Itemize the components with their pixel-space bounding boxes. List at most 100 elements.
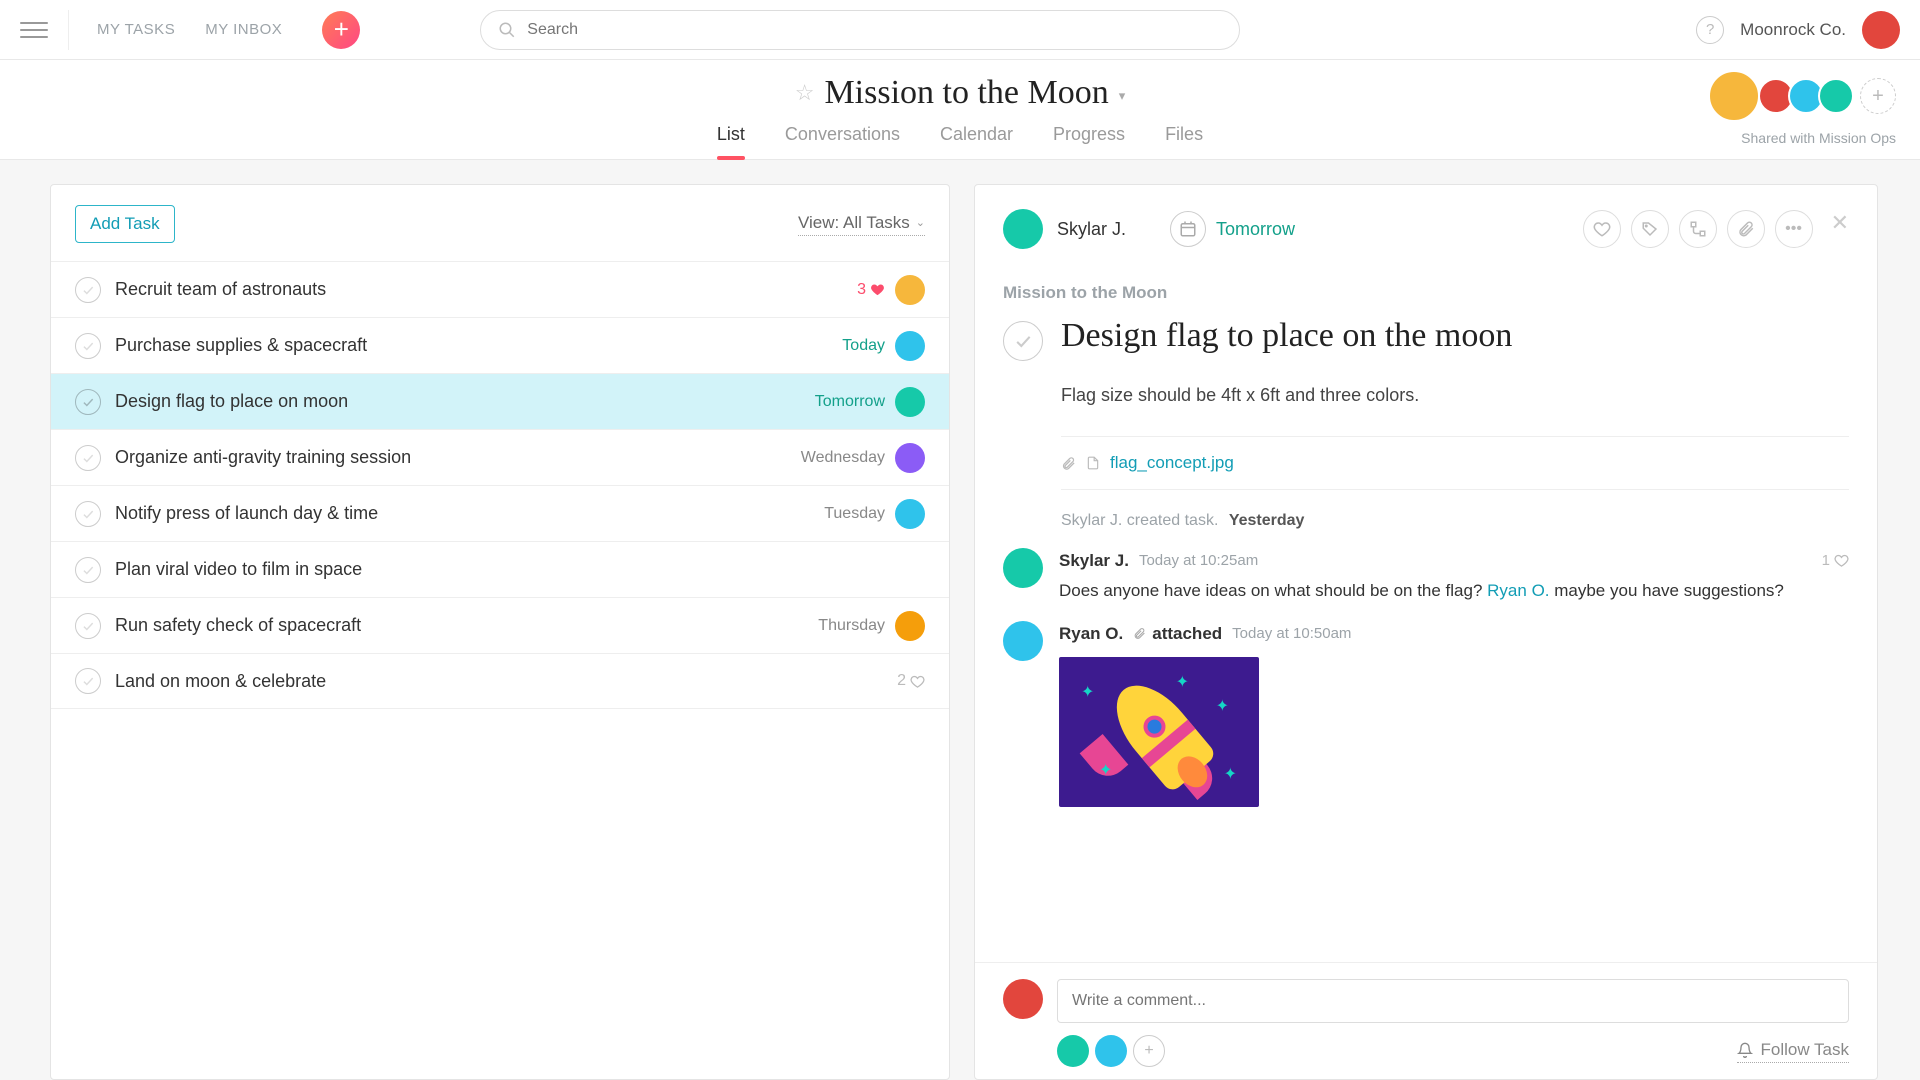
task-row[interactable]: Land on moon & celebrate2 xyxy=(51,653,949,709)
member-avatar[interactable] xyxy=(1818,78,1854,114)
assignee-avatar[interactable] xyxy=(1003,209,1043,249)
task-checkbox[interactable] xyxy=(75,389,101,415)
divider xyxy=(68,10,69,50)
chevron-down-icon: ⌄ xyxy=(916,216,925,229)
complete-task-checkbox[interactable] xyxy=(1003,321,1043,361)
comment: Skylar J. Today at 10:25am 1 Does anyone h… xyxy=(1003,548,1849,603)
assignee-avatar[interactable] xyxy=(895,275,925,305)
task-checkbox[interactable] xyxy=(75,333,101,359)
add-button[interactable]: + xyxy=(322,11,360,49)
task-detail-panel: Skylar J. Tomorrow ••• ✕ Mission to the … xyxy=(974,184,1878,1080)
task-row[interactable]: Recruit team of astronauts3 xyxy=(51,261,949,317)
current-user-avatar xyxy=(1003,979,1043,1019)
add-member-button[interactable]: + xyxy=(1860,78,1896,114)
task-row[interactable]: Purchase supplies & spacecraftToday xyxy=(51,317,949,373)
star-icon[interactable]: ☆ xyxy=(795,80,815,106)
help-icon[interactable]: ? xyxy=(1696,16,1724,44)
assignee-avatar[interactable] xyxy=(895,387,925,417)
like-button[interactable] xyxy=(1583,210,1621,248)
breadcrumb[interactable]: Mission to the Moon xyxy=(1003,283,1849,303)
task-description[interactable]: Flag size should be 4ft x 6ft and three … xyxy=(1061,385,1849,406)
task-row[interactable]: Run safety check of spacecraftThursday xyxy=(51,597,949,653)
tab-files[interactable]: Files xyxy=(1165,124,1203,159)
mention[interactable]: Ryan O. xyxy=(1487,581,1549,600)
comment-author: Skylar J. xyxy=(1059,548,1129,574)
assignee-avatar[interactable] xyxy=(895,499,925,529)
comment-text: Does anyone have ideas on what should be… xyxy=(1059,578,1849,604)
task-title: Design flag to place on moon xyxy=(115,391,815,412)
task-title: Notify press of launch day & time xyxy=(115,503,824,524)
comment-author: Ryan O. xyxy=(1059,621,1123,647)
follow-task-button[interactable]: Follow Task xyxy=(1737,1040,1850,1063)
search-icon xyxy=(498,21,516,39)
due-date-button[interactable]: Tomorrow xyxy=(1166,207,1299,251)
attached-badge: attached xyxy=(1133,621,1222,647)
comment-likes[interactable]: 1 xyxy=(1822,550,1849,573)
org-name[interactable]: Moonrock Co. xyxy=(1740,20,1846,40)
follower-avatar[interactable] xyxy=(1057,1035,1089,1067)
tab-list[interactable]: List xyxy=(717,124,745,159)
tab-calendar[interactable]: Calendar xyxy=(940,124,1013,159)
task-row[interactable]: Organize anti-gravity training sessionWe… xyxy=(51,429,949,485)
task-likes: 3 xyxy=(857,281,885,299)
project-title: Mission to the Moon xyxy=(824,74,1108,112)
task-title[interactable]: Design flag to place on the moon xyxy=(1061,317,1512,355)
task-checkbox[interactable] xyxy=(75,613,101,639)
task-row[interactable]: Plan viral video to film in space xyxy=(51,541,949,597)
chevron-down-icon[interactable]: ▾ xyxy=(1119,88,1126,104)
task-row[interactable]: Notify press of launch day & timeTuesday xyxy=(51,485,949,541)
assignee-avatar[interactable] xyxy=(895,443,925,473)
more-button[interactable]: ••• xyxy=(1775,210,1813,248)
add-follower-button[interactable]: + xyxy=(1133,1035,1165,1067)
nav-my-tasks[interactable]: MY TASKS xyxy=(97,21,175,38)
assignee-name[interactable]: Skylar J. xyxy=(1057,219,1126,240)
profile-avatar[interactable] xyxy=(1862,11,1900,49)
tab-conversations[interactable]: Conversations xyxy=(785,124,900,159)
close-icon[interactable]: ✕ xyxy=(1831,210,1849,248)
due-date-label: Tomorrow xyxy=(1216,219,1295,240)
subtask-button[interactable] xyxy=(1679,210,1717,248)
member-avatar[interactable] xyxy=(1708,70,1760,122)
follower-avatar[interactable] xyxy=(1095,1035,1127,1067)
hamburger-menu-icon[interactable] xyxy=(20,16,48,44)
comment: Ryan O. attached Today at 10:50am ✦✦✦✦✦ xyxy=(1003,621,1849,807)
comment-avatar[interactable] xyxy=(1003,548,1043,588)
file-icon xyxy=(1086,455,1100,471)
comment-input[interactable] xyxy=(1057,979,1849,1023)
task-title: Recruit team of astronauts xyxy=(115,279,857,300)
task-likes: 2 xyxy=(897,672,925,690)
task-checkbox[interactable] xyxy=(75,668,101,694)
activity-entry: Skylar J. created task. Yesterday xyxy=(1061,512,1849,530)
comment-time: Today at 10:25am xyxy=(1139,550,1258,573)
task-due: Today xyxy=(842,337,885,355)
task-title: Run safety check of spacecraft xyxy=(115,615,818,636)
add-task-button[interactable]: Add Task xyxy=(75,205,175,243)
task-due: Thursday xyxy=(818,617,885,635)
task-checkbox[interactable] xyxy=(75,501,101,527)
task-checkbox[interactable] xyxy=(75,277,101,303)
comment-time: Today at 10:50am xyxy=(1232,623,1351,646)
view-selector[interactable]: View: All Tasks ⌄ xyxy=(798,213,925,236)
comment-attachment-image[interactable]: ✦✦✦✦✦ xyxy=(1059,657,1259,807)
calendar-icon xyxy=(1170,211,1206,247)
assignee-avatar[interactable] xyxy=(895,331,925,361)
tab-progress[interactable]: Progress xyxy=(1053,124,1125,159)
task-list-panel: Add Task View: All Tasks ⌄ Recruit team … xyxy=(50,184,950,1080)
attachment-link[interactable]: flag_concept.jpg xyxy=(1110,453,1234,473)
nav-my-inbox[interactable]: MY INBOX xyxy=(205,21,282,38)
task-checkbox[interactable] xyxy=(75,445,101,471)
task-title: Purchase supplies & spacecraft xyxy=(115,335,842,356)
tag-button[interactable] xyxy=(1631,210,1669,248)
attachment-button[interactable] xyxy=(1727,210,1765,248)
comment-avatar[interactable] xyxy=(1003,621,1043,661)
task-due: Tomorrow xyxy=(815,393,885,411)
task-row[interactable]: Design flag to place on moonTomorrow xyxy=(51,373,949,429)
panel-pointer xyxy=(974,233,976,261)
search-input[interactable] xyxy=(480,10,1240,50)
task-title: Land on moon & celebrate xyxy=(115,671,897,692)
task-due: Wednesday xyxy=(801,449,885,467)
shared-with-label: Shared with Mission Ops xyxy=(1741,130,1896,146)
task-checkbox[interactable] xyxy=(75,557,101,583)
assignee-avatar[interactable] xyxy=(895,611,925,641)
task-title: Organize anti-gravity training session xyxy=(115,447,801,468)
